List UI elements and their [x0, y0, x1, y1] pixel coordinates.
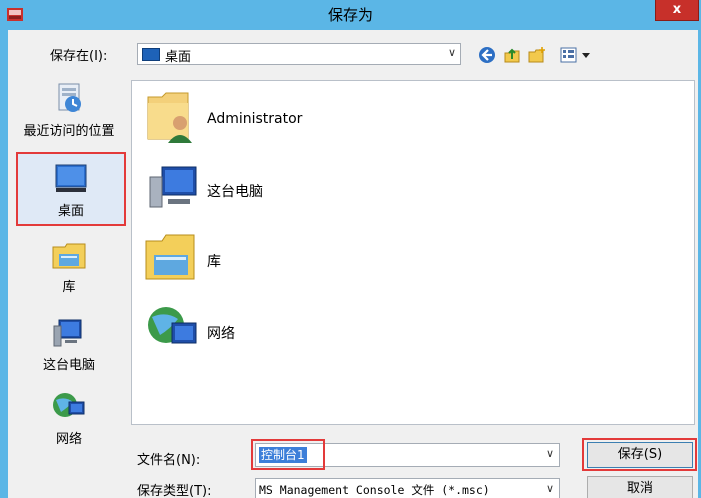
- chevron-down-icon[interactable]: ∨: [546, 447, 554, 460]
- cancel-button[interactable]: 取消: [587, 476, 693, 498]
- computer-icon: [53, 319, 82, 347]
- view-menu-icon[interactable]: [560, 46, 594, 64]
- computer-icon: [149, 166, 197, 208]
- place-label: 桌面: [57, 204, 84, 219]
- filetype-value: MS Management Console 文件 (*.msc): [259, 483, 490, 497]
- network-icon: [148, 307, 197, 344]
- place-libraries[interactable]: 库: [8, 238, 130, 295]
- filetype-dropdown[interactable]: MS Management Console 文件 (*.msc) ∨: [255, 478, 560, 498]
- list-item[interactable]: Administrator: [144, 89, 544, 149]
- save-annotation-box: [582, 438, 697, 471]
- save-in-dropdown[interactable]: 桌面 ∨: [137, 43, 461, 65]
- place-label: 库: [62, 280, 76, 295]
- place-label: 网络: [55, 432, 82, 447]
- recent-places-icon: [58, 83, 81, 112]
- file-list[interactable]: Administrator 这台电脑 库 网络: [131, 80, 695, 425]
- list-item[interactable]: 库: [144, 229, 544, 289]
- back-icon[interactable]: [478, 46, 496, 64]
- places-bar: 最近访问的位置 桌面 库 这台电脑 网络: [8, 80, 130, 498]
- up-folder-icon[interactable]: [503, 46, 521, 64]
- file-label: 这台电脑: [207, 184, 263, 200]
- window-frame-left: [0, 30, 8, 498]
- filename-annotation-box: [251, 439, 325, 470]
- place-this-pc[interactable]: 这台电脑: [8, 316, 130, 373]
- chevron-down-icon: ∨: [447, 46, 456, 59]
- filename-label: 文件名(N):: [137, 453, 201, 468]
- save-in-label: 保存在(I):: [50, 49, 108, 64]
- place-network[interactable]: 网络: [8, 390, 130, 447]
- file-label: Administrator: [207, 111, 303, 127]
- desktop-icon: [142, 48, 160, 61]
- place-desktop[interactable]: 桌面: [16, 152, 126, 226]
- place-label: 这台电脑: [42, 358, 95, 373]
- file-label: 网络: [207, 326, 235, 342]
- file-label: 库: [207, 254, 221, 270]
- desktop-icon: [55, 164, 87, 192]
- filetype-label: 保存类型(T):: [137, 484, 212, 498]
- user-folder-icon: [147, 92, 192, 143]
- window-title: 保存为: [327, 6, 373, 24]
- title-bar: 保存为 x: [0, 0, 701, 30]
- close-button[interactable]: x: [655, 0, 699, 21]
- libraries-icon: [145, 234, 195, 280]
- chevron-down-icon[interactable]: ∨: [546, 482, 554, 495]
- new-folder-icon[interactable]: [528, 46, 546, 64]
- libraries-icon: [52, 243, 86, 269]
- place-label: 最近访问的位置: [23, 124, 115, 139]
- network-icon: [53, 393, 85, 417]
- place-recent[interactable]: 最近访问的位置: [8, 82, 130, 139]
- list-item[interactable]: 网络: [144, 301, 544, 361]
- save-in-value: 桌面: [165, 50, 192, 65]
- list-item[interactable]: 这台电脑: [144, 159, 544, 219]
